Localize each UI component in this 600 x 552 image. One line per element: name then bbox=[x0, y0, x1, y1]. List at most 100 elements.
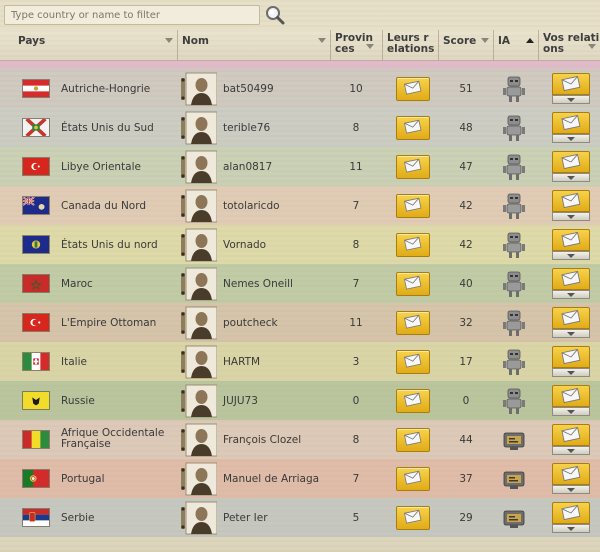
envelope-icon[interactable] bbox=[552, 346, 590, 368]
chevron-down-icon[interactable] bbox=[552, 524, 590, 533]
your-relations-dropdown[interactable] bbox=[552, 385, 590, 416]
their-relations-button[interactable] bbox=[396, 116, 430, 140]
envelope-icon[interactable] bbox=[552, 190, 590, 212]
your-relations-dropdown[interactable] bbox=[552, 463, 590, 494]
their-relations-button[interactable] bbox=[396, 194, 430, 218]
player-name: Manuel de Arriaga bbox=[223, 473, 320, 485]
your-relations-dropdown[interactable] bbox=[552, 190, 590, 221]
search-icon[interactable] bbox=[264, 4, 286, 26]
envelope-icon bbox=[404, 236, 422, 251]
table-row[interactable]: Canada du Nord totolaricdo 7 42 bbox=[0, 186, 600, 225]
chevron-down-icon[interactable] bbox=[552, 95, 590, 104]
score-value: 48 bbox=[459, 122, 473, 134]
their-relations-button[interactable] bbox=[396, 467, 430, 491]
column-header-pays[interactable]: Pays bbox=[0, 30, 178, 60]
country-name: L'Empire Ottoman bbox=[61, 317, 157, 329]
robot-icon bbox=[501, 192, 527, 220]
computer-icon bbox=[501, 426, 527, 454]
table-row[interactable]: Afrique Occidentale Française François Clo… bbox=[0, 420, 600, 459]
your-relations-dropdown[interactable] bbox=[552, 229, 590, 260]
their-relations-button[interactable] bbox=[396, 272, 430, 296]
table-row[interactable]: L'Empire Ottoman poutcheck 11 32 bbox=[0, 303, 600, 342]
column-label-pays: Pays bbox=[18, 35, 46, 47]
your-relations-dropdown[interactable] bbox=[552, 346, 590, 377]
their-relations-button[interactable] bbox=[396, 506, 430, 530]
table-row[interactable]: Maroc Nemes Oneill 7 40 bbox=[0, 264, 600, 303]
your-relations-dropdown[interactable] bbox=[552, 151, 590, 182]
table-row[interactable]: Russie JUJU73 0 0 bbox=[0, 381, 600, 420]
leader-portrait bbox=[179, 462, 218, 496]
country-flag-icon bbox=[22, 157, 50, 176]
column-header-ia[interactable]: IA bbox=[494, 30, 539, 60]
envelope-icon[interactable] bbox=[552, 424, 590, 446]
your-relations-dropdown[interactable] bbox=[552, 502, 590, 533]
their-relations-button[interactable] bbox=[396, 77, 430, 101]
your-relations-dropdown[interactable] bbox=[552, 73, 590, 104]
table-header: Pays Nom Provin ces Leurs r elations Score… bbox=[0, 30, 600, 61]
their-relations-button[interactable] bbox=[396, 389, 430, 413]
table-row[interactable]: Portugal Manuel de Arriaga 7 37 bbox=[0, 459, 600, 498]
envelope-icon[interactable] bbox=[552, 385, 590, 407]
envelope-icon bbox=[404, 431, 422, 446]
robot-icon bbox=[501, 231, 527, 259]
chevron-down-icon[interactable] bbox=[552, 368, 590, 377]
table-row[interactable]: Serbie Peter Ier 5 29 bbox=[0, 498, 600, 537]
envelope-icon[interactable] bbox=[552, 502, 590, 524]
chevron-down-icon[interactable] bbox=[552, 134, 590, 143]
chevron-down-icon[interactable] bbox=[552, 251, 590, 260]
column-header-vos-relations[interactable]: Vos relati ons bbox=[539, 30, 600, 60]
player-name: Peter Ier bbox=[223, 512, 268, 524]
provinces-count: 0 bbox=[352, 395, 360, 407]
column-header-leurs-relations[interactable]: Leurs r elations bbox=[383, 30, 439, 60]
their-relations-button[interactable] bbox=[396, 155, 430, 179]
table-row[interactable]: Italie HARTM 3 17 bbox=[0, 342, 600, 381]
leader-portrait bbox=[179, 189, 218, 223]
table-row[interactable]: Libye Orientale alan0817 11 47 bbox=[0, 147, 600, 186]
player-name: terible76 bbox=[223, 122, 271, 134]
column-label-ia: IA bbox=[498, 35, 511, 47]
table-row[interactable]: États Unis du nord Vornado 8 42 bbox=[0, 225, 600, 264]
envelope-icon[interactable] bbox=[552, 112, 590, 134]
envelope-icon[interactable] bbox=[552, 463, 590, 485]
robot-icon bbox=[501, 153, 527, 181]
their-relations-button[interactable] bbox=[396, 350, 430, 374]
envelope-icon bbox=[404, 470, 422, 485]
envelope-icon bbox=[404, 275, 422, 290]
envelope-icon[interactable] bbox=[552, 151, 590, 173]
robot-icon bbox=[501, 75, 527, 103]
filter-input[interactable] bbox=[4, 5, 260, 25]
chevron-down-icon[interactable] bbox=[552, 485, 590, 494]
table-row[interactable]: États Unis du Sud terible76 8 48 bbox=[0, 108, 600, 147]
chevron-down-icon[interactable] bbox=[552, 290, 590, 299]
envelope-icon[interactable] bbox=[552, 229, 590, 251]
chevron-down-icon[interactable] bbox=[552, 446, 590, 455]
envelope-icon[interactable] bbox=[552, 307, 590, 329]
player-name: François Clozel bbox=[223, 434, 302, 446]
your-relations-dropdown[interactable] bbox=[552, 268, 590, 299]
player-name: totolaricdo bbox=[223, 200, 280, 212]
score-value: 29 bbox=[459, 512, 473, 524]
column-header-provinces[interactable]: Provin ces bbox=[331, 30, 383, 60]
column-header-nom[interactable]: Nom bbox=[178, 30, 331, 60]
country-name: États Unis du nord bbox=[61, 239, 158, 251]
robot-icon bbox=[501, 270, 527, 298]
chevron-down-icon[interactable] bbox=[552, 212, 590, 221]
sort-arrow-icon bbox=[481, 38, 489, 43]
their-relations-button[interactable] bbox=[396, 428, 430, 452]
computer-icon bbox=[501, 465, 527, 493]
chevron-down-icon[interactable] bbox=[552, 407, 590, 416]
your-relations-dropdown[interactable] bbox=[552, 424, 590, 455]
your-relations-dropdown[interactable] bbox=[552, 307, 590, 338]
envelope-icon bbox=[404, 353, 422, 368]
your-relations-dropdown[interactable] bbox=[552, 112, 590, 143]
envelope-icon[interactable] bbox=[552, 73, 590, 95]
their-relations-button[interactable] bbox=[396, 311, 430, 335]
chevron-down-icon[interactable] bbox=[552, 329, 590, 338]
table-row[interactable]: Autriche-Hongrie bat50499 10 51 bbox=[0, 69, 600, 108]
chevron-down-icon[interactable] bbox=[552, 173, 590, 182]
country-flag-icon bbox=[22, 469, 50, 488]
envelope-icon[interactable] bbox=[552, 268, 590, 290]
leader-portrait bbox=[179, 72, 218, 106]
column-header-score[interactable]: Score bbox=[439, 30, 494, 60]
their-relations-button[interactable] bbox=[396, 233, 430, 257]
